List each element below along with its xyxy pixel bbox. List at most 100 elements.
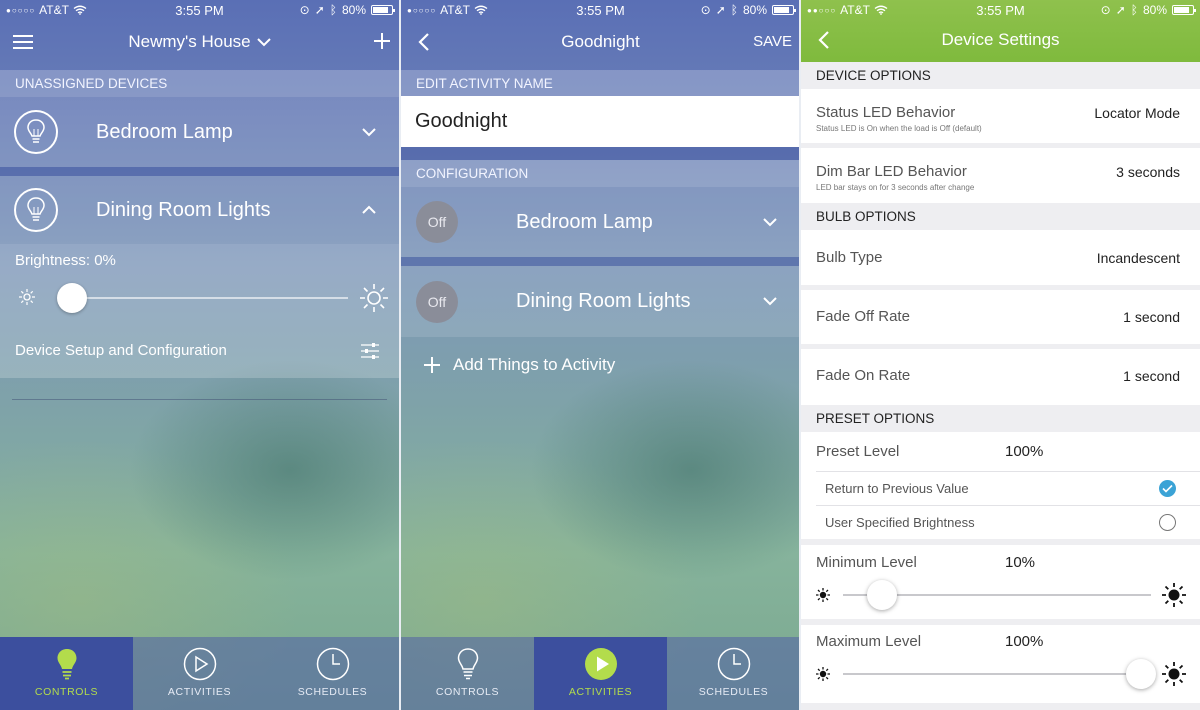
carrier-label: AT&T bbox=[440, 3, 470, 17]
dim-bar-value: 3 seconds bbox=[1116, 164, 1180, 180]
tab-activities-label: ACTIVITIES bbox=[568, 686, 633, 698]
section-device-options: DEVICE OPTIONS bbox=[801, 62, 1200, 89]
bulb-toggle[interactable] bbox=[14, 110, 58, 154]
house-title: Newmy's House bbox=[128, 32, 251, 51]
checkmark-selected-icon[interactable] bbox=[1159, 480, 1176, 497]
back-button[interactable] bbox=[409, 28, 439, 56]
device-name: Bedroom Lamp bbox=[516, 210, 653, 233]
brightness-slider-knob[interactable] bbox=[57, 283, 87, 313]
brightness-label: Brightness: 0% bbox=[15, 252, 116, 269]
tab-bar: CONTROLS ACTIVITIES SCHEDULES bbox=[0, 637, 399, 710]
dim-bar-led-row[interactable]: Dim Bar LED Behavior LED bar stays on fo… bbox=[801, 148, 1200, 201]
plus-icon bbox=[424, 357, 440, 373]
bulb-type-row[interactable]: Bulb Type Incandescent bbox=[801, 230, 1200, 285]
device-row-dining-room-lights[interactable]: Dining Room Lights bbox=[0, 176, 399, 244]
minimum-level-slider-knob[interactable] bbox=[866, 580, 897, 610]
minimum-level-value: 10% bbox=[1005, 554, 1036, 571]
play-circle-icon bbox=[183, 647, 216, 681]
device-setup-label: Device Setup and Configuration bbox=[15, 342, 227, 359]
plus-icon bbox=[374, 33, 390, 49]
bulb-type-label: Bulb Type bbox=[816, 249, 883, 266]
add-button[interactable] bbox=[373, 26, 391, 56]
device-expanded-panel: Brightness: 0% Device Setup and Configur… bbox=[0, 244, 399, 378]
fade-on-row[interactable]: Fade On Rate 1 second bbox=[801, 349, 1200, 403]
fade-off-row[interactable]: Fade Off Rate 1 second bbox=[801, 290, 1200, 344]
chevron-left-icon bbox=[818, 31, 829, 49]
carrier-label: AT&T bbox=[39, 3, 69, 17]
user-specified-option[interactable]: User Specified Brightness bbox=[801, 506, 1200, 539]
bulb-type-value: Incandescent bbox=[1096, 250, 1180, 266]
activity-device-row-dining-room-lights[interactable]: Off Dining Room Lights bbox=[401, 266, 800, 337]
brightness-slider-track[interactable] bbox=[62, 297, 348, 299]
device-name: Dining Room Lights bbox=[96, 198, 271, 221]
add-things-button[interactable]: Add Things to Activity bbox=[423, 355, 615, 375]
sun-large-icon bbox=[1162, 583, 1186, 607]
status-led-label: Status LED Behavior bbox=[816, 104, 956, 121]
tab-schedules[interactable]: SCHEDULES bbox=[266, 637, 399, 710]
tab-activities[interactable]: ACTIVITIES bbox=[133, 637, 266, 710]
chevron-down-icon bbox=[256, 38, 271, 47]
chevron-up-icon[interactable] bbox=[361, 202, 377, 218]
device-row-bedroom-lamp[interactable]: Bedroom Lamp bbox=[0, 97, 399, 167]
tab-controls[interactable]: CONTROLS bbox=[0, 637, 133, 710]
battery-icon bbox=[1172, 5, 1196, 15]
chevron-down-icon[interactable] bbox=[762, 214, 778, 230]
maximum-level-slider-knob[interactable] bbox=[1126, 659, 1156, 689]
off-state-toggle[interactable]: Off bbox=[416, 201, 458, 243]
sliders-settings-icon[interactable] bbox=[360, 342, 380, 360]
maximum-level-label: Maximum Level bbox=[816, 633, 922, 650]
tab-controls-label: CONTROLS bbox=[34, 686, 99, 698]
maximum-level-row: Maximum Level 100% bbox=[801, 625, 1200, 703]
activity-device-row-bedroom-lamp[interactable]: Off Bedroom Lamp bbox=[401, 187, 800, 257]
menu-button[interactable] bbox=[8, 28, 38, 56]
tab-activities[interactable]: ACTIVITIES bbox=[534, 637, 667, 710]
maximum-level-value: 100% bbox=[1005, 633, 1044, 650]
clock-icon bbox=[717, 647, 750, 681]
location-icon: ➚ bbox=[715, 3, 726, 17]
status-led-sublabel: Status LED is On when the load is Off (d… bbox=[816, 124, 982, 133]
lightbulb-icon bbox=[27, 119, 45, 143]
back-button[interactable] bbox=[809, 26, 839, 54]
tab-schedules[interactable]: SCHEDULES bbox=[667, 637, 800, 710]
house-selector[interactable]: Newmy's House bbox=[128, 32, 271, 52]
orientation-lock-icon: ⊙ bbox=[299, 3, 310, 17]
sun-small-icon bbox=[816, 667, 830, 681]
activity-name-input[interactable]: Goodnight bbox=[401, 96, 800, 147]
battery-percent: 80% bbox=[341, 3, 366, 17]
battery-icon bbox=[772, 5, 796, 15]
device-settings-screen: ●●○○○ AT&T 3:55 PM ⊙ ➚ ᛒ 80% Device Sett… bbox=[801, 0, 1200, 710]
add-things-label: Add Things to Activity bbox=[453, 355, 616, 374]
save-button[interactable]: SAVE bbox=[753, 26, 792, 56]
bulb-toggle[interactable] bbox=[14, 188, 58, 232]
carrier-label: AT&T bbox=[840, 3, 870, 17]
chevron-down-icon[interactable] bbox=[762, 293, 778, 309]
section-edit-activity-name: EDIT ACTIVITY NAME bbox=[401, 70, 800, 97]
status-bar: ●○○○○ AT&T 3:55 PM ⊙ ➚ ᛒ 80% bbox=[0, 0, 399, 20]
dim-bar-sublabel: LED bar stays on for 3 seconds after cha… bbox=[816, 183, 975, 192]
fade-off-label: Fade Off Rate bbox=[816, 308, 910, 325]
tab-controls-label: CONTROLS bbox=[435, 686, 500, 698]
preset-level-row[interactable]: Preset Level 100% bbox=[801, 432, 1200, 471]
return-previous-label: Return to Previous Value bbox=[825, 481, 969, 496]
wifi-icon bbox=[474, 5, 488, 15]
status-bar: ●○○○○ AT&T 3:55 PM ⊙ ➚ ᛒ 80% bbox=[401, 0, 800, 20]
tab-bar: CONTROLS ACTIVITIES SCHEDULES bbox=[401, 637, 800, 710]
lightbulb-icon bbox=[57, 649, 76, 680]
chevron-down-icon[interactable] bbox=[361, 124, 377, 140]
hamburger-icon bbox=[13, 35, 33, 49]
return-previous-option[interactable]: Return to Previous Value bbox=[801, 472, 1200, 505]
off-state-toggle[interactable]: Off bbox=[416, 280, 458, 323]
section-bulb-options: BULB OPTIONS bbox=[801, 203, 1200, 230]
page-title: Goodnight bbox=[561, 32, 640, 51]
dim-bar-label: Dim Bar LED Behavior bbox=[816, 163, 967, 180]
section-configuration: CONFIGURATION bbox=[401, 160, 800, 187]
user-specified-label: User Specified Brightness bbox=[825, 515, 975, 530]
status-led-row[interactable]: Status LED Behavior Status LED is On whe… bbox=[801, 89, 1200, 143]
tab-controls[interactable]: CONTROLS bbox=[401, 637, 534, 710]
preset-level-label: Preset Level bbox=[816, 443, 900, 460]
wifi-icon bbox=[73, 5, 87, 15]
activity-edit-screen: ●○○○○ AT&T 3:55 PM ⊙ ➚ ᛒ 80% Goodnight S… bbox=[401, 0, 800, 710]
maximum-level-slider-track[interactable] bbox=[843, 673, 1151, 675]
device-setup-row[interactable]: Device Setup and Configuration bbox=[0, 334, 399, 368]
radio-unselected-icon[interactable] bbox=[1159, 514, 1176, 531]
